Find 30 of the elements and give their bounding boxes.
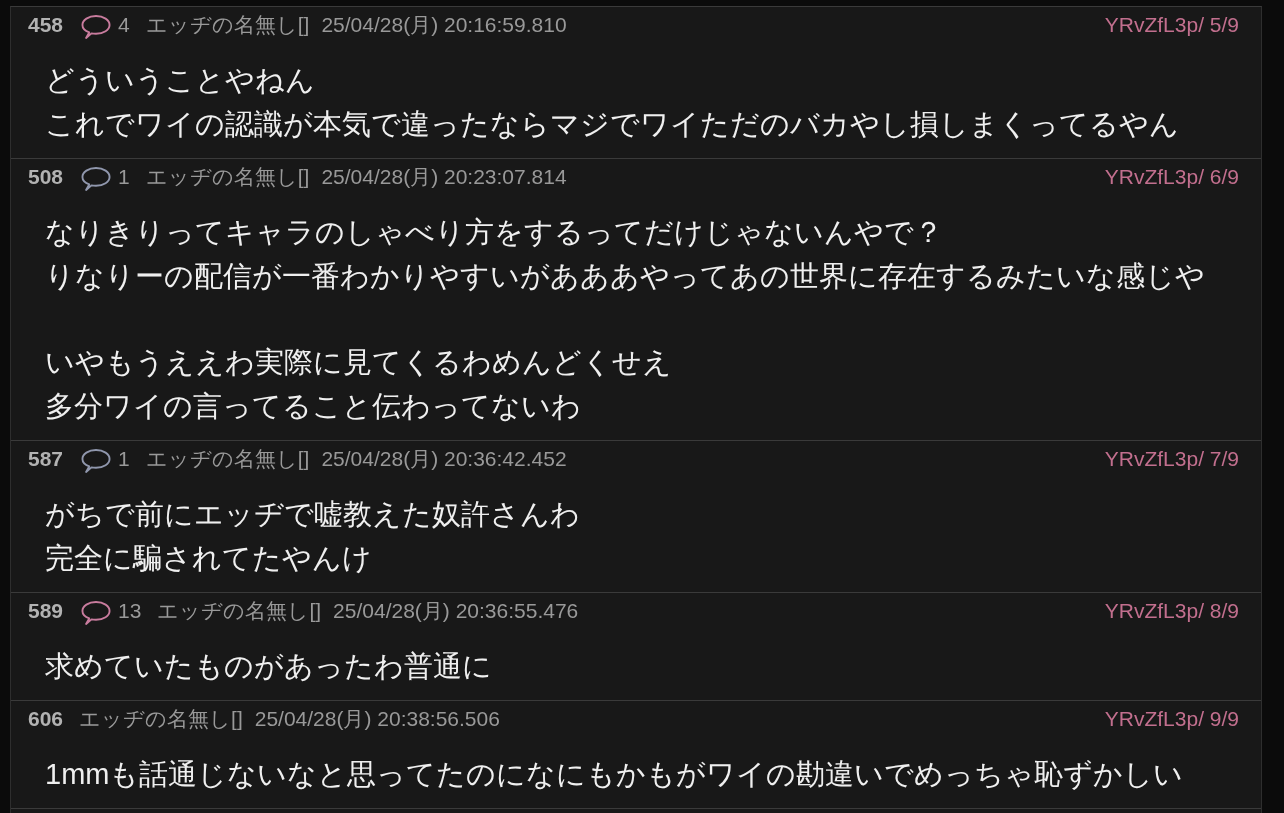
poster-name: エッヂの名無し[] (157, 598, 322, 624)
post-number: 587 (28, 447, 64, 471)
poster-name: エッヂの名無し[] (79, 706, 243, 732)
post-date: 25/04/28(月) 20:38:56.506 (254, 706, 500, 732)
poster-id-link[interactable]: YRvZfL3p/ 9/9 (1104, 707, 1239, 731)
post-text: いやもうええわ実際に見てくるわめんどくせえ 多分ワイの言ってること伝わってないわ (45, 345, 673, 424)
poster-id-link[interactable]: YRvZfL3p/ 8/9 (1104, 599, 1239, 623)
post-number: 508 (28, 165, 64, 189)
post-text: 求めていたものがあったわ普通に (45, 649, 493, 684)
post-number: 458 (28, 13, 64, 37)
post-date: 25/04/28(月) 20:36:42.452 (321, 446, 567, 472)
reply-count-button[interactable]: 13 (81, 597, 142, 625)
post-text: がちで前にエッヂで嘘教えた奴許さんわ 完全に騙されてたやんけ (45, 497, 581, 576)
reply-count-button[interactable]: 1 (81, 163, 130, 191)
post-number: 606 (28, 707, 64, 731)
post-text: 1mmも話通じないなと思ってたのになにもかもがワイの勘違いでめっちゃ恥ずかしい (45, 757, 1185, 792)
post-date: 25/04/28(月) 20:36:55.476 (333, 598, 579, 624)
post-date: 25/04/28(月) 20:23:07.814 (321, 164, 567, 190)
poster-id-link[interactable]: YRvZfL3p/ 7/9 (1104, 447, 1239, 471)
poster-name: エッヂの名無し[] (145, 12, 310, 38)
poster-id-link[interactable]: YRvZfL3p/ 5/9 (1104, 13, 1239, 37)
post-date: 25/04/28(月) 20:16:59.810 (321, 12, 567, 38)
post-number: 589 (28, 599, 64, 623)
reply-count-button[interactable]: 1 (81, 445, 130, 473)
post-text: なりきりってキャラのしゃべり方をするってだけじゃないんやで？ りなりーの配信が一番わかりやすいがあああやってあの世界に存在するみたいな感じや (45, 215, 1206, 294)
poster-name: エッヂの名無し[] (145, 164, 310, 190)
reply-count-button[interactable]: 4 (81, 11, 130, 39)
post-text: どういうことやねん これでワイの認識が本気で違ったならマジでワイただのバカやし損しまくってるやん (45, 63, 1180, 142)
poster-name: エッヂの名無し[] (145, 446, 310, 472)
poster-id-link[interactable]: YRvZfL3p/ 6/9 (1104, 165, 1239, 189)
